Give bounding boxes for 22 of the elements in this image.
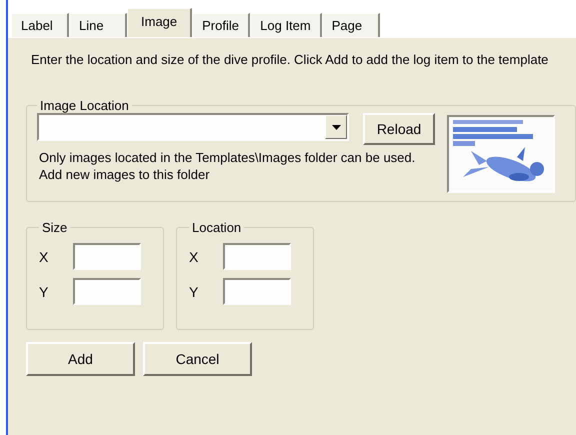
field-label: Y xyxy=(189,284,200,300)
help-text: Only images located in the Templates\Images folder can be used. Add new images to this folder xyxy=(39,149,416,183)
input-field[interactable] xyxy=(223,278,291,305)
field-label: X xyxy=(189,248,200,264)
tab[interactable]: Image xyxy=(127,8,192,37)
input-field[interactable] xyxy=(73,243,141,270)
reload-button[interactable]: Reload xyxy=(363,113,435,145)
field-label: Y xyxy=(39,284,50,300)
tab[interactable]: Profile xyxy=(192,13,250,37)
group-title: Location xyxy=(191,220,242,235)
tab[interactable]: Label xyxy=(11,13,69,37)
input-field[interactable] xyxy=(223,243,291,270)
description-text: Enter the location and size of the dive profile. Click Add to add the log item to the template xyxy=(31,52,550,68)
tab[interactable]: Page xyxy=(322,13,380,37)
group-title: Size xyxy=(41,220,68,235)
dialog-button[interactable]: Add xyxy=(26,342,135,376)
input-field[interactable] xyxy=(73,278,141,305)
dialog-button[interactable]: Cancel xyxy=(143,342,252,376)
tab[interactable]: Log Item xyxy=(250,13,322,37)
field-label: X xyxy=(39,248,50,264)
tab[interactable]: Line xyxy=(69,13,127,37)
group-title: Image Location xyxy=(39,98,130,113)
